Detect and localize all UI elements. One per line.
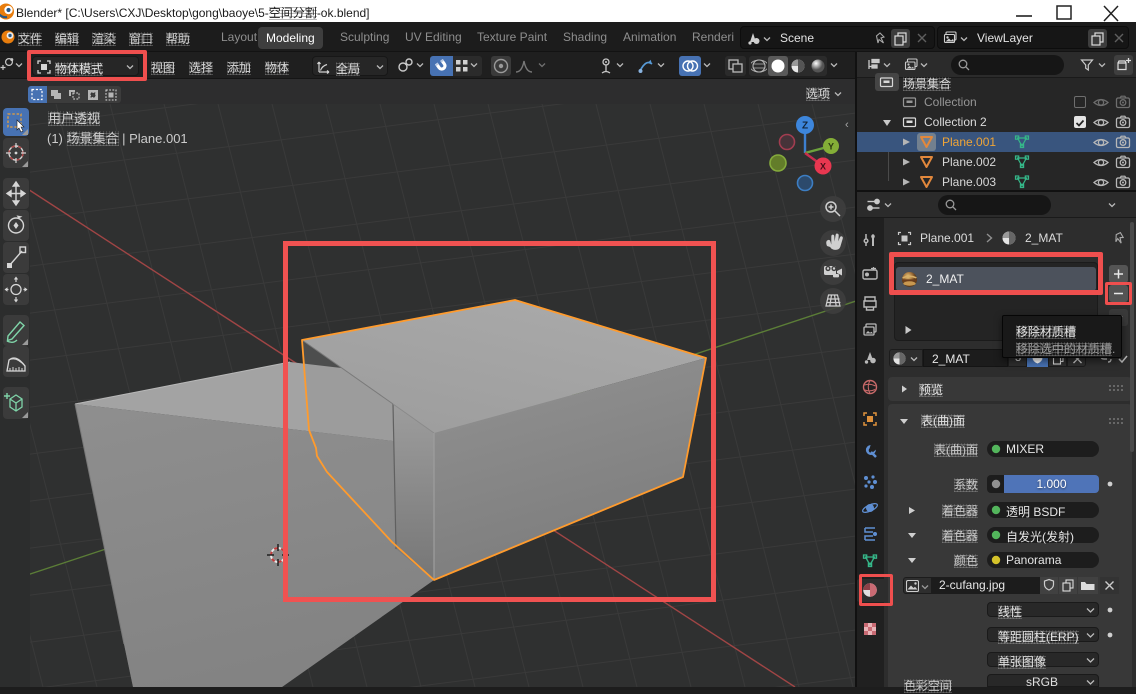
svg-text:Z: Z [802, 121, 808, 132]
svg-text:X: X [820, 162, 826, 172]
svg-text:‹: ‹ [845, 119, 849, 131]
svg-text:Y: Y [828, 142, 834, 152]
